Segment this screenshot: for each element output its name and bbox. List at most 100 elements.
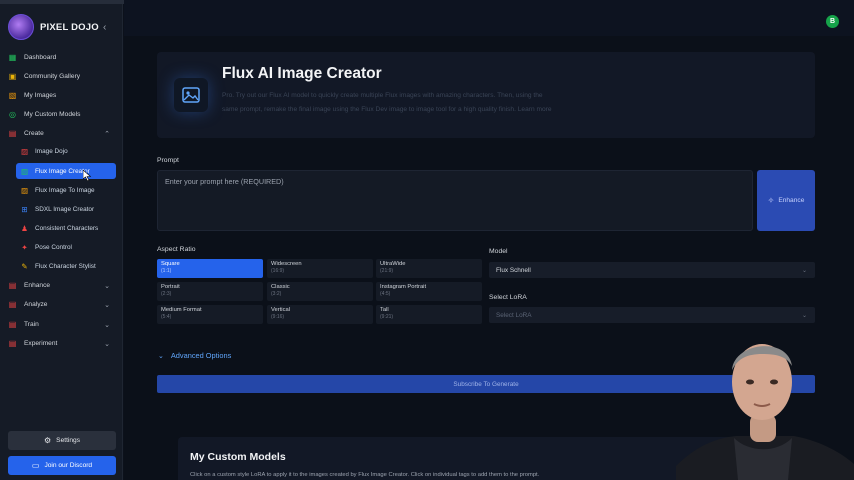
sidebar-subitem-image-dojo[interactable]: ▨ Image Dojo bbox=[16, 143, 116, 159]
discord-label: Join our Discord bbox=[44, 462, 93, 469]
chevron-down-icon: ⌄ bbox=[104, 282, 110, 290]
aspect-option-name: Classic bbox=[271, 284, 290, 290]
sidebar-item-label: Analyze bbox=[24, 301, 48, 308]
join-discord-button[interactable]: ▭ Join our Discord bbox=[8, 456, 116, 475]
aspect-option-name: Portrait bbox=[161, 284, 180, 290]
sidebar-subitem-flux-image-creator[interactable]: ▨ Flux Image Creator bbox=[16, 163, 116, 179]
chevron-down-icon: ⌄ bbox=[801, 267, 807, 274]
sidebar-item-enhance[interactable]: ▤ Enhance ⌄ bbox=[8, 277, 116, 294]
aspect-option-tall[interactable]: Tall (9:21) bbox=[376, 305, 482, 324]
aspect-option-name: Instagram Portrait bbox=[380, 284, 427, 290]
aspect-option-widescreen[interactable]: Widescreen (16:9) bbox=[267, 259, 373, 278]
custom-models-title: My Custom Models bbox=[190, 451, 286, 463]
sidebar-item-label: My Images bbox=[24, 92, 57, 99]
sidebar-item-my-images[interactable]: ▧ My Images bbox=[8, 87, 116, 104]
analyze-icon: ▤ bbox=[8, 299, 17, 309]
sidebar-subitem-label: Pose Control bbox=[35, 243, 72, 251]
aspect-option-medium-format[interactable]: Medium Format (5:4) bbox=[157, 305, 263, 324]
aspect-option-ratio: (9:16) bbox=[271, 314, 285, 320]
model-icon: ◎ bbox=[9, 109, 16, 119]
experiment-icon: ▤ bbox=[8, 338, 17, 348]
aspect-option-ratio: (4:5) bbox=[380, 291, 391, 297]
page-description: Pro. Try out our Flux AI model to quickl… bbox=[222, 92, 552, 113]
characters-icon: ♟ bbox=[21, 223, 28, 233]
image-icon: ▧ bbox=[8, 90, 17, 100]
sidebar-item-train[interactable]: ▤ Train ⌄ bbox=[8, 316, 116, 333]
aspect-option-ratio: (9:21) bbox=[380, 314, 394, 320]
sidebar-item-analyze[interactable]: ▤ Analyze ⌄ bbox=[8, 296, 116, 313]
brand-name: PIXEL DOJO bbox=[40, 21, 99, 33]
lora-placeholder: Select LoRA bbox=[496, 311, 532, 319]
pose-icon: ✦ bbox=[21, 242, 28, 252]
chevron-down-icon: ⌄ bbox=[801, 312, 807, 319]
sidebar-item-label: Train bbox=[24, 321, 39, 328]
aspect-option-name: Widescreen bbox=[271, 261, 302, 267]
model-label: Model bbox=[489, 248, 508, 255]
aspect-option-classic[interactable]: Classic (3:2) bbox=[267, 282, 373, 301]
aspect-option-ratio: (5:4) bbox=[161, 314, 172, 320]
model-value: Flux Schnell bbox=[496, 266, 531, 274]
chevron-down-icon: ⌄ bbox=[104, 340, 110, 348]
mouse-pointer-icon bbox=[83, 170, 91, 181]
sidebar-subitem-consistent-characters[interactable]: ♟ Consistent Characters bbox=[16, 220, 116, 236]
sidebar-subitem-pose-control[interactable]: ✦ Pose Control bbox=[16, 239, 116, 255]
image-to-image-icon: ▨ bbox=[20, 185, 29, 195]
aspect-option-ratio: (16:9) bbox=[271, 268, 285, 274]
aspect-option-ratio: (21:9) bbox=[380, 268, 394, 274]
sidebar-subitem-label: Image Dojo bbox=[35, 147, 68, 155]
sidebar-item-label: Enhance bbox=[24, 282, 51, 289]
image-icon: ▨ bbox=[20, 146, 29, 156]
model-select[interactable]: Flux Schnell ⌄ bbox=[489, 262, 815, 278]
sidebar-subitem-flux-image-to-image[interactable]: ▨ Flux Image To Image bbox=[16, 182, 116, 198]
aspect-option-instagram-portrait[interactable]: Instagram Portrait (4:5) bbox=[376, 282, 482, 301]
aspect-option-ratio: (3:2) bbox=[271, 291, 282, 297]
prompt-input[interactable]: Enter your prompt here (REQUIRED) bbox=[157, 170, 753, 231]
chevron-down-icon: ⌄ bbox=[104, 301, 110, 309]
aspect-option-name: Medium Format bbox=[161, 307, 202, 313]
advanced-options-label: Advanced Options bbox=[170, 351, 232, 360]
create-icon: ▤ bbox=[8, 128, 17, 138]
enhance-icon: ▤ bbox=[8, 280, 17, 290]
aspect-option-vertical[interactable]: Vertical (9:16) bbox=[267, 305, 373, 324]
sidebar-subitem-sdxl-image-creator[interactable]: ⊞ SDXL Image Creator bbox=[16, 201, 116, 217]
aspect-option-portrait[interactable]: Portrait (2:3) bbox=[157, 282, 263, 301]
chevron-up-icon: ⌃ bbox=[104, 130, 110, 138]
gear-icon: ⚙ bbox=[44, 436, 52, 445]
grid-icon: ▦ bbox=[8, 52, 17, 62]
advanced-options-toggle[interactable]: ⌄ Advanced Options bbox=[158, 351, 231, 360]
collapse-sidebar-icon[interactable]: ‹ bbox=[103, 22, 106, 33]
aspect-option-ratio: (1:1) bbox=[161, 268, 172, 274]
lora-label: Select LoRA bbox=[489, 294, 527, 301]
pixel-dojo-logo bbox=[8, 14, 34, 40]
sidebar-item-experiment[interactable]: ▤ Experiment ⌄ bbox=[8, 335, 116, 352]
subscribe-label: Subscribe To Generate bbox=[453, 380, 519, 388]
avatar[interactable]: B bbox=[826, 15, 839, 28]
flux-icon: ▨ bbox=[20, 166, 29, 176]
chevron-down-icon: ⌄ bbox=[158, 352, 164, 360]
sidebar-item-label: Create bbox=[24, 130, 44, 137]
sidebar-subitem-label: Flux Image To Image bbox=[35, 186, 95, 194]
enhance-button[interactable]: ✧ Enhance bbox=[757, 170, 815, 231]
sidebar-item-label: Experiment bbox=[24, 340, 58, 347]
top-bar bbox=[124, 0, 854, 36]
settings-button[interactable]: ⚙ Settings bbox=[8, 431, 116, 450]
aspect-option-name: Tall bbox=[380, 307, 389, 313]
aspect-option-name: UltraWide bbox=[380, 261, 406, 267]
aspect-option-ultrawide[interactable]: UltraWide (21:9) bbox=[376, 259, 482, 278]
sidebar-item-dashboard[interactable]: ▦ Dashboard bbox=[8, 49, 116, 66]
sidebar-item-label: Community Gallery bbox=[24, 73, 81, 80]
chevron-down-icon: ⌄ bbox=[104, 321, 110, 329]
sidebar-item-create[interactable]: ▤ Create ⌃ bbox=[8, 125, 116, 142]
sidebar-subitem-flux-character-stylist[interactable]: ✎ Flux Character Stylist bbox=[16, 258, 116, 274]
aspect-option-ratio: (2:3) bbox=[161, 291, 172, 297]
enhance-label: Enhance bbox=[778, 197, 805, 204]
settings-label: Settings bbox=[56, 437, 80, 444]
brand[interactable]: PIXEL DOJO bbox=[8, 14, 99, 40]
sdxl-icon: ⊞ bbox=[21, 204, 28, 214]
aspect-option-square[interactable]: Square (1:1) bbox=[157, 259, 263, 278]
train-icon: ▤ bbox=[8, 319, 17, 329]
sidebar-item-label: My Custom Models bbox=[24, 111, 81, 118]
lora-select[interactable]: Select LoRA ⌄ bbox=[489, 307, 815, 323]
sidebar-item-community-gallery[interactable]: ▣ Community Gallery bbox=[8, 68, 116, 85]
sidebar-item-my-custom-models[interactable]: ◎ My Custom Models bbox=[8, 106, 116, 123]
